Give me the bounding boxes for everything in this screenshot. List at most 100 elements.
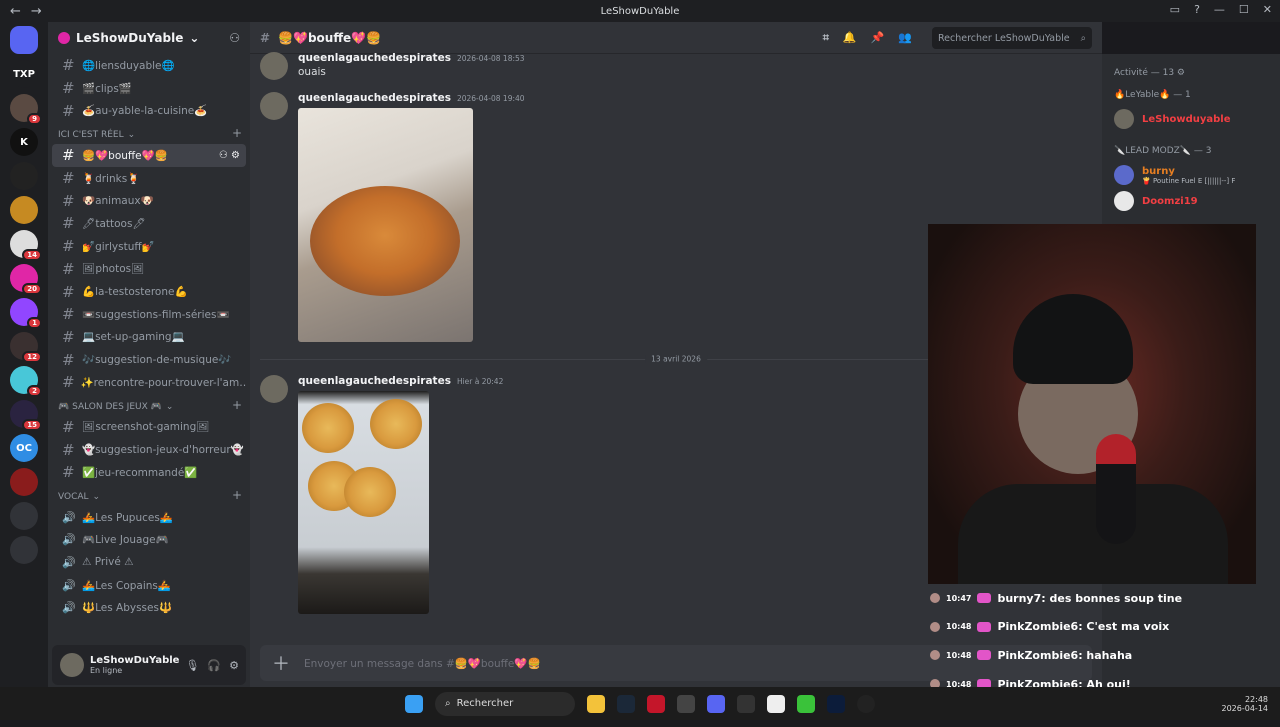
close-icon[interactable]: ✕ [1263,3,1272,16]
server-icon[interactable]: OC [10,434,38,462]
avatar[interactable] [260,92,288,120]
voice-channel-item[interactable]: 🔊 🎮Live Jouage🎮 [52,528,246,551]
file-icon[interactable] [767,694,785,713]
avatar[interactable] [260,52,288,80]
hash-icon: # [62,463,75,482]
guild-header[interactable]: LeShowDuYable ⌄ ⚇ [48,22,250,54]
inbox-icon[interactable]: ▭ [1170,3,1180,16]
add-server-icon[interactable] [10,502,38,530]
microphone-icon[interactable]: 🎙 [185,659,199,672]
server-icon[interactable]: TXP [10,60,38,88]
bell-icon[interactable]: 🔔 [843,31,857,45]
gear-icon[interactable]: ⚙ [229,659,239,672]
help-icon[interactable]: ? [1194,3,1200,16]
server-icon[interactable]: 12 [10,332,42,363]
server-icon[interactable]: 15 [10,400,42,431]
opera-icon[interactable] [647,694,665,713]
avatar[interactable] [60,653,84,677]
app-icon[interactable] [737,694,755,713]
server-icon[interactable] [10,26,38,54]
channel-item[interactable]: # 🖼photos🖼 [52,258,246,281]
server-icon[interactable]: 2 [10,366,42,397]
microphone-shape [1096,434,1136,544]
hash-icon: # [62,146,75,165]
headphones-icon[interactable]: 🎧 [207,659,221,672]
channel-item[interactable]: # 🍝au-yable-la-cuisine🍝 [52,99,246,122]
search-input[interactable]: Rechercher LeShowDuYable ⌕ [932,27,1092,49]
member-name: Doomzi19 [1142,195,1198,207]
system-clock[interactable]: 22:48 2026-04-14 [1222,695,1269,713]
channel-item[interactable]: # 🍔💖bouffe💖🍔 ⚇ ⚙ [52,144,246,167]
channel-item[interactable]: # 🖊tattoos🖊 [52,212,246,235]
member-item[interactable]: LeShowduyable [1102,106,1280,132]
channel-label: 🚣Les Copains🚣 [82,579,171,592]
voice-channel-item[interactable]: 🔊 🚣Les Pupuces🚣 [52,506,246,529]
threads-icon[interactable]: ⌗ [823,31,829,45]
channel-item[interactable]: # 💪la-testosterone💪 [52,280,246,303]
channel-item[interactable]: # 🎶suggestion-de-musique🎶 [52,348,246,371]
message-text: ouais [298,66,326,78]
category-label: VOCAL [58,491,89,502]
server-icon[interactable] [10,196,38,224]
avatar[interactable] [260,375,288,403]
add-member-icon[interactable]: ⚇ [229,31,240,45]
plus-icon[interactable]: ＋ [272,650,290,676]
message-author[interactable]: queenlagauchedespirates Hier à 20:42 [298,375,503,387]
stuffed-peppers-image[interactable] [298,391,429,614]
app-icon[interactable] [797,694,815,713]
discord-icon[interactable] [707,694,725,713]
add-channel-icon[interactable]: + [232,488,242,502]
channel-item[interactable]: # 🍹drinks🍹 [52,167,246,190]
media-player-icon[interactable] [857,694,875,713]
steam-icon[interactable] [617,694,635,713]
member-item[interactable]: Doomzi19 [1102,188,1280,214]
user-icon [930,593,940,604]
channel-settings-icon[interactable]: ⚇ ⚙ [219,150,246,161]
taskbar: ⌕ Rechercher 22:48 2026-04-14 [0,687,1280,720]
notification-badge: 20 [22,283,42,295]
channel-item[interactable]: # 🖼screenshot-gaming🖼 [52,416,246,439]
photoshop-icon[interactable] [827,694,845,713]
channel-item[interactable]: # 💅girlystuff💅 [52,235,246,258]
pin-icon[interactable]: 📌 [871,31,885,45]
server-icon[interactable] [10,162,38,190]
channel-label: ✨rencontre-pour-trouver-l'am… [80,376,246,389]
hash-icon: # [62,101,75,120]
category-header[interactable]: ICI C'EST RÉEL ⌄ + [48,122,250,144]
maximize-icon[interactable]: ☐ [1239,3,1249,16]
message-author[interactable]: queenlagauchedespirates 2026-04-08 19:40 [298,92,525,104]
server-icon[interactable]: 1 [10,298,42,329]
voice-channel-item[interactable]: 🔊 🔱Les Abysses🔱 [52,596,246,619]
app-icon[interactable] [677,694,695,713]
windows-start-icon[interactable] [405,694,423,713]
channel-item[interactable]: # ✅jeu-recommandé✅ [52,461,246,484]
channel-item[interactable]: # 🎬clips🎬 [52,77,246,100]
chat-message: 10:48 PinkZombie6: C'est ma voix [930,613,1200,642]
pizza-image[interactable] [298,108,473,342]
server-icon[interactable] [10,468,38,496]
folder-icon[interactable] [587,694,605,713]
add-channel-icon[interactable]: + [232,398,242,412]
channel-item[interactable]: # 💻set-up-gaming💻 [52,326,246,349]
discover-icon[interactable] [10,536,38,564]
server-icon[interactable]: K [10,128,38,156]
server-icon[interactable]: 9 [10,94,42,125]
voice-channel-item[interactable]: 🔊 🚣Les Copains🚣 [52,574,246,597]
category-header[interactable]: 🎮 SALON DES JEUX 🎮 ⌄ + [48,394,250,416]
server-icon[interactable]: 14 [10,230,42,261]
taskbar-search[interactable]: ⌕ Rechercher [435,691,575,716]
voice-channel-item[interactable]: 🔊 ⚠ Privé ⚠ [52,551,246,574]
channel-item[interactable]: # 👻suggestion-jeux-d'horreur👻 [52,438,246,461]
members-icon[interactable]: 👥 [898,31,912,45]
channel-item[interactable]: # ✨rencontre-pour-trouver-l'am… [52,371,246,394]
message: queenlagauchedespirates Hier à 20:42 [260,375,503,614]
channel-item[interactable]: # 📼suggestions-film-séries📼 [52,303,246,326]
minimize-icon[interactable]: — [1214,3,1225,16]
member-item[interactable]: burny 🍟 Poutine Fuel E [||||||--] F [1102,162,1280,188]
channel-item[interactable]: # 🐶animaux🐶 [52,189,246,212]
category-header[interactable]: VOCAL ⌄ + [48,484,250,506]
add-channel-icon[interactable]: + [232,126,242,140]
channel-item[interactable]: # 🌐liensduyable🌐 [52,54,246,77]
server-icon[interactable]: 20 [10,264,42,295]
message-author[interactable]: queenlagauchedespirates 2026-04-08 18:53 [298,52,525,64]
